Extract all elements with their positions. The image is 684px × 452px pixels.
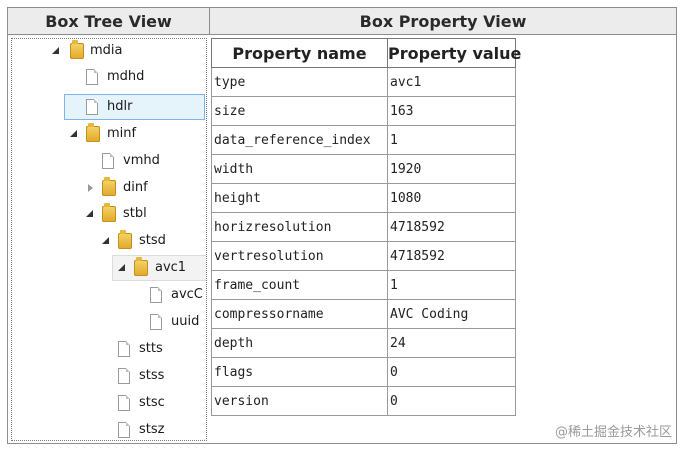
tree-node-stsd[interactable]: stsd (12, 229, 202, 253)
tree-node-label: stts (139, 341, 163, 356)
box-property-view-header: Box Property View (210, 8, 676, 35)
property-name-cell: version (211, 386, 388, 416)
tree-node-hdlr[interactable]: hdlr (12, 95, 202, 119)
file-icon (118, 368, 130, 384)
table-row[interactable]: flags 0 (211, 357, 516, 387)
file-icon (150, 314, 162, 330)
table-row[interactable]: data_reference_index 1 (211, 125, 516, 155)
property-name-cell: depth (211, 328, 388, 358)
file-icon (86, 99, 98, 115)
property-value-cell: 0 (387, 357, 516, 387)
table-row[interactable]: width 1920 (211, 154, 516, 184)
tree-node-avc1[interactable]: avc1 (12, 256, 202, 280)
property-name-cell: type (211, 67, 388, 97)
property-value-cell: 24 (387, 328, 516, 358)
table-row[interactable]: compressorname AVC Coding (211, 299, 516, 329)
tree-node-label: avcC (171, 287, 203, 302)
property-value-cell: 1 (387, 270, 516, 300)
tree-node-label: minf (107, 126, 137, 141)
folder-icon (134, 257, 148, 276)
file-icon (102, 153, 114, 169)
tree-node-label: stsd (139, 233, 166, 248)
property-name-cell: horizresolution (211, 212, 388, 242)
collapsed-arrow-icon[interactable] (87, 184, 95, 192)
tree-node-label: stsc (139, 395, 165, 410)
property-name-cell: height (211, 183, 388, 213)
property-value-cell: 0 (387, 386, 516, 416)
folder-icon (102, 177, 116, 196)
property-name-cell: frame_count (211, 270, 388, 300)
table-row[interactable]: frame_count 1 (211, 270, 516, 300)
expanded-arrow-icon[interactable] (52, 47, 60, 55)
tree-node-uuid[interactable]: uuid (12, 310, 202, 334)
property-name-cell: data_reference_index (211, 125, 388, 155)
property-value-cell: 1080 (387, 183, 516, 213)
folder-icon (86, 123, 100, 142)
property-name-cell: width (211, 154, 388, 184)
table-row[interactable]: version 0 (211, 386, 516, 416)
column-header-property-value: Property value (387, 38, 521, 68)
file-icon (118, 422, 130, 438)
tree-node-label: mdia (90, 43, 123, 58)
property-name-cell: compressorname (211, 299, 388, 329)
folder-icon (70, 40, 84, 59)
expanded-arrow-icon[interactable] (118, 264, 126, 272)
file-icon (150, 287, 162, 303)
property-value-cell: 1 (387, 125, 516, 155)
table-row[interactable]: size 163 (211, 96, 516, 126)
property-name-cell: size (211, 96, 388, 126)
tree-node-label: uuid (171, 314, 200, 329)
property-value-cell: 163 (387, 96, 516, 126)
table-row[interactable]: vertresolution 4718592 (211, 241, 516, 271)
tree-node-stsc[interactable]: stsc (12, 391, 202, 415)
tree-node-minf[interactable]: minf (12, 122, 202, 146)
property-value-cell: avc1 (387, 67, 516, 97)
tree-node-label: hdlr (107, 99, 133, 114)
folder-icon (102, 203, 116, 222)
tree-node-mdia[interactable]: mdia (12, 39, 202, 63)
file-icon (118, 395, 130, 411)
property-value-cell: 4718592 (387, 241, 516, 271)
tree-node-vmhd[interactable]: vmhd (12, 149, 202, 173)
tree-node-stsz[interactable]: stsz (12, 418, 202, 440)
property-table-header-row: Property name Property value (211, 38, 521, 68)
tree-node-label: stbl (123, 206, 147, 221)
file-icon (86, 69, 98, 85)
property-value-cell: AVC Coding (387, 299, 516, 329)
tree-node-label: avc1 (155, 260, 187, 275)
property-table: Property name Property value type avc1 si… (211, 38, 521, 416)
expanded-arrow-icon[interactable] (86, 210, 94, 218)
table-row[interactable]: horizresolution 4718592 (211, 212, 516, 242)
box-tree[interactable]: mdia mdhd hdlr minf vmhd dinf stbl stsd … (11, 38, 207, 441)
tree-node-label: stss (139, 368, 165, 383)
box-tree-view-header: Box Tree View (8, 8, 210, 35)
table-row[interactable]: height 1080 (211, 183, 516, 213)
tree-node-mdhd[interactable]: mdhd (12, 65, 202, 89)
column-header-property-name: Property name (211, 38, 388, 68)
tree-node-dinf[interactable]: dinf (12, 176, 202, 200)
tree-node-label: dinf (123, 180, 148, 195)
tree-node-stts[interactable]: stts (12, 337, 202, 361)
file-icon (118, 341, 130, 357)
main-frame: Box Tree View Box Property View mdia mdh… (7, 7, 677, 444)
tree-node-label: vmhd (123, 153, 160, 168)
property-name-cell: flags (211, 357, 388, 387)
tree-node-label: mdhd (107, 69, 145, 84)
property-value-cell: 4718592 (387, 212, 516, 242)
tree-node-stbl[interactable]: stbl (12, 202, 202, 226)
table-row[interactable]: depth 24 (211, 328, 516, 358)
property-name-cell: vertresolution (211, 241, 388, 271)
property-value-cell: 1920 (387, 154, 516, 184)
tree-node-stss[interactable]: stss (12, 364, 202, 388)
tree-node-avcc[interactable]: avcC (12, 283, 203, 307)
table-row[interactable]: type avc1 (211, 67, 516, 97)
watermark: @稀土掘金技术社区 (554, 425, 672, 440)
folder-icon (118, 230, 132, 249)
tree-node-label: stsz (139, 422, 165, 437)
expanded-arrow-icon[interactable] (102, 237, 110, 245)
expanded-arrow-icon[interactable] (70, 130, 78, 138)
